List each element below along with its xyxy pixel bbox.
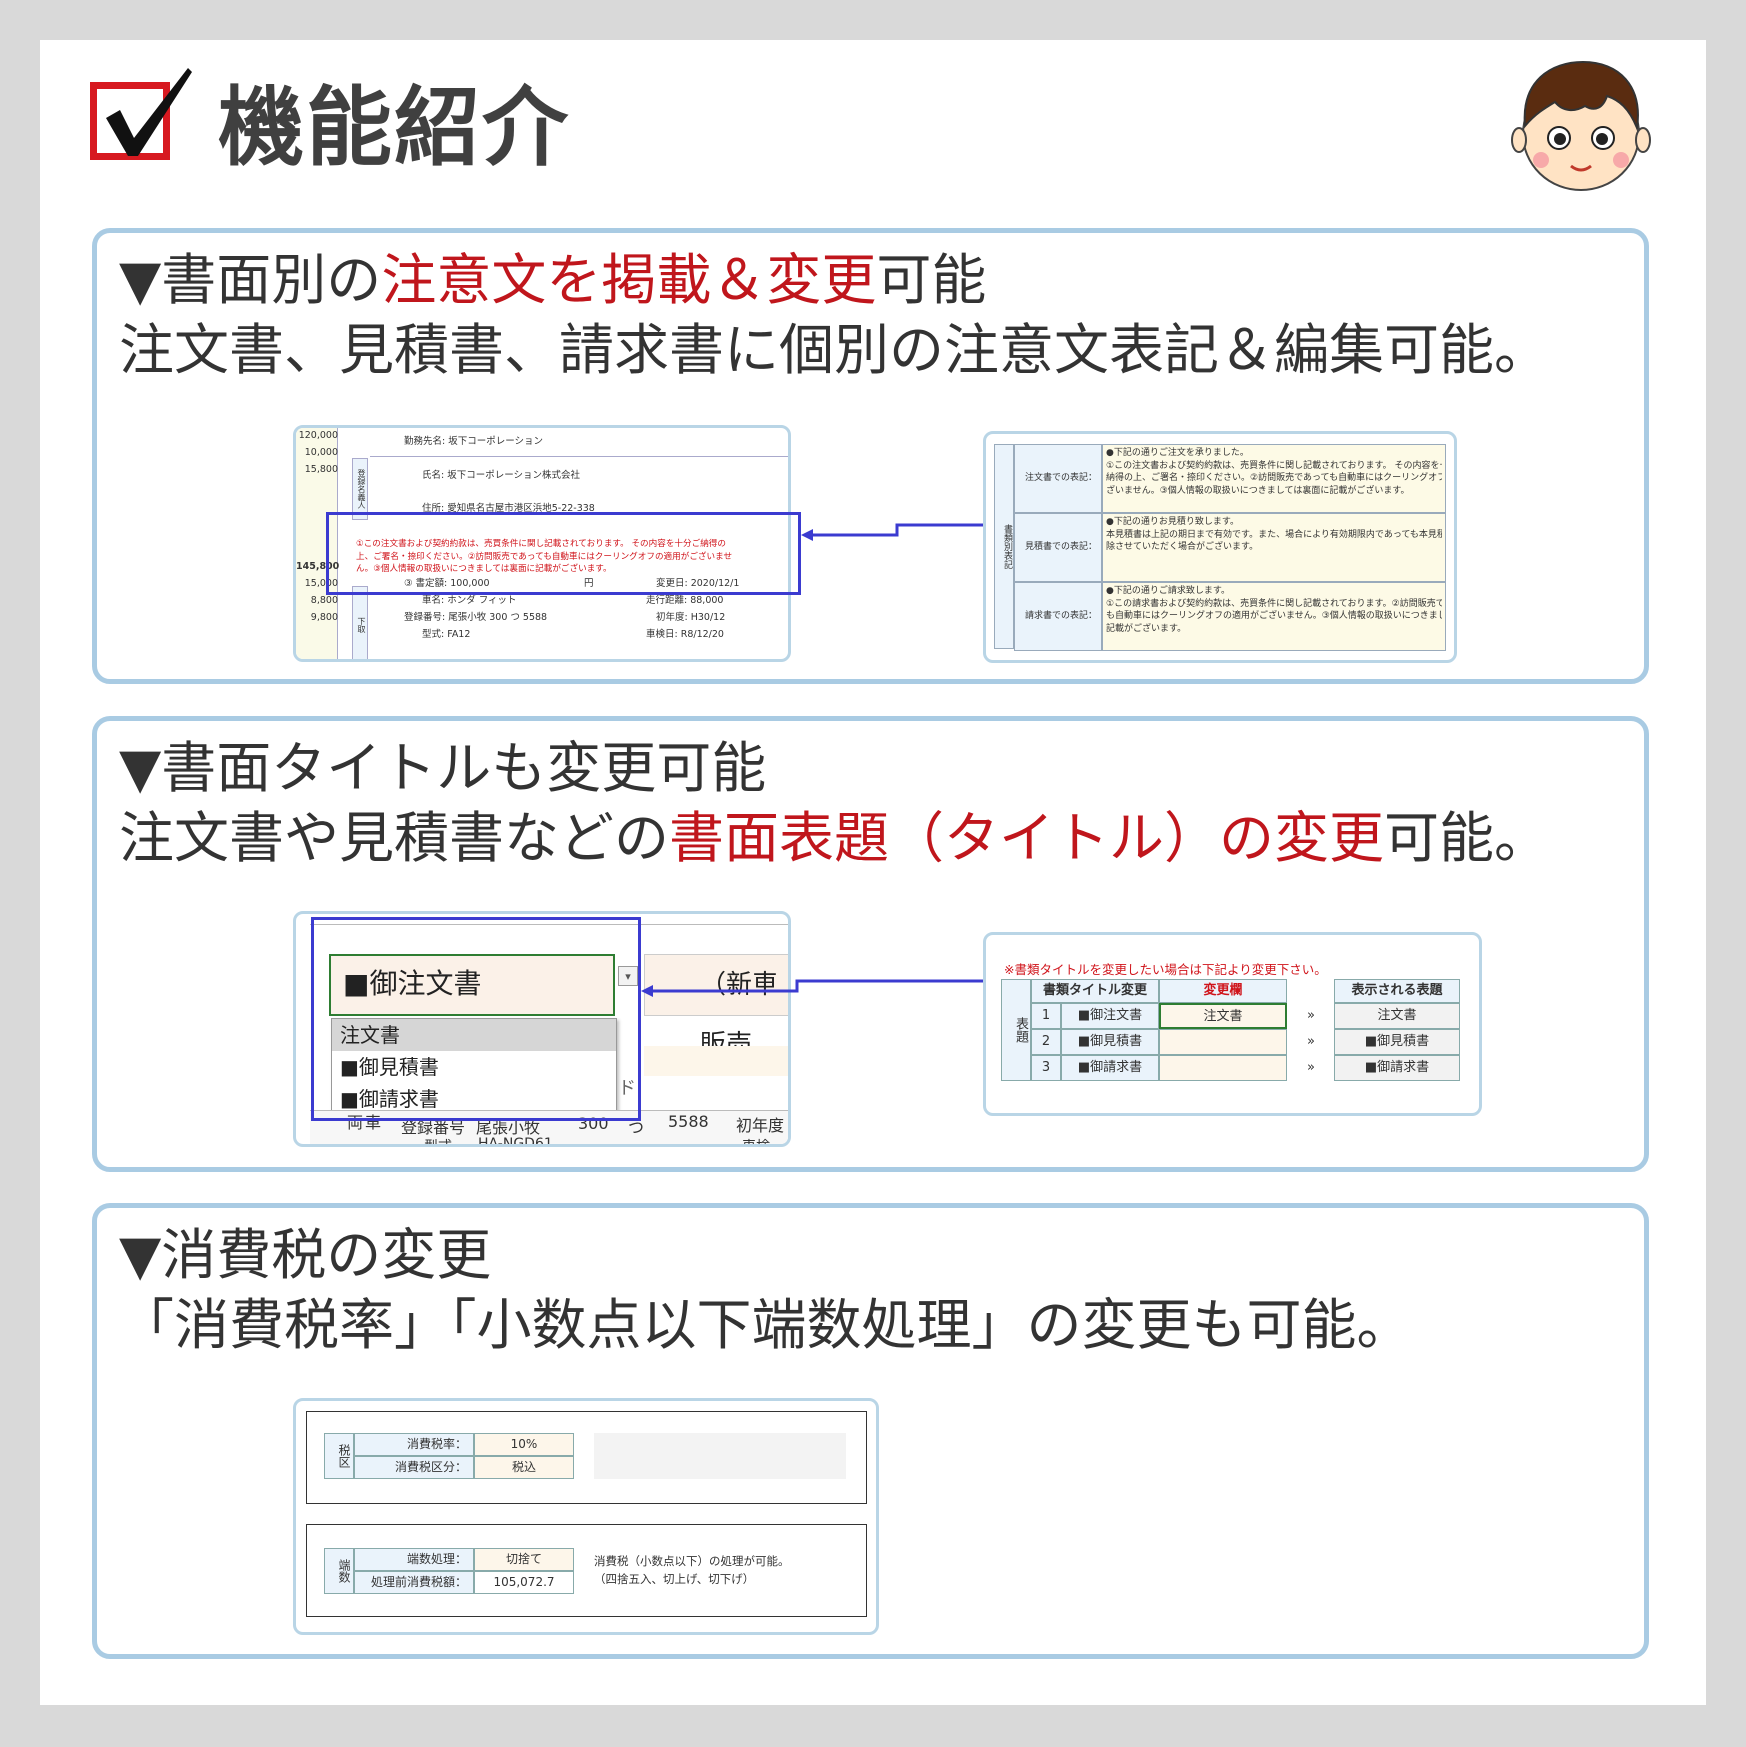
- notice-row-text[interactable]: ●下記の通りご請求致します。 ①この請求書および契約約款は、売買条件に関し記載され…: [1102, 582, 1446, 651]
- empty-area: [594, 1433, 846, 1479]
- tax-side-label: 税区: [324, 1433, 354, 1479]
- title-row-name: ■御注文書: [1061, 1003, 1159, 1029]
- notice-row-text[interactable]: ●下記の通りお見積り致します。本見積書は上記の期日まで有効です。また、場合により…: [1102, 513, 1446, 582]
- section-tax-change: ▼消費税の変更 「消費税率」「小数点以下端数処理」の変更も可能。 税区 消費税率…: [92, 1203, 1649, 1659]
- title-row-number: 3: [1031, 1055, 1061, 1081]
- notice-line: ①この請求書および契約約款は、売買条件に関し記載されております。②訪問販売であっ…: [1106, 598, 1442, 609]
- notice-line: 除させていただく場合がございます。: [1106, 542, 1259, 552]
- arrow-icon: »: [1307, 1008, 1315, 1023]
- arrow-icon: »: [1307, 1034, 1315, 1049]
- tax-rate-value[interactable]: 10%: [474, 1433, 574, 1456]
- round-label: 端数処理：: [354, 1548, 474, 1571]
- title-display: ■御請求書: [1334, 1055, 1460, 1081]
- car-name: 車名: ホンダ フィット: [422, 595, 517, 606]
- reg-plate: 5588: [668, 1112, 709, 1131]
- mileage: 走行距離: 88,000: [646, 595, 724, 606]
- pre-tax-value: 105,072.7: [474, 1571, 574, 1594]
- round-value[interactable]: 切捨て: [474, 1548, 574, 1571]
- round-note-2: （四捨五入、切上げ、切下げ）: [594, 1572, 755, 1586]
- notice-row-label: 注文書での表記：: [1014, 444, 1102, 513]
- notice-line: ざいません。③個人情報の取扱いにつきましては裏面に記載がございます。: [1106, 485, 1410, 496]
- page: 機能紹介 ▼書面別の注意文を掲載＆変更可能 注文書、見積書、請求書に個別の注意文…: [40, 40, 1706, 1705]
- amount-6: 9,800: [310, 612, 338, 623]
- round-side-label: 端数: [324, 1548, 354, 1594]
- side-label-owner: 登録名義人: [352, 458, 368, 520]
- workplace-text: 勤務先名: 坂下コーポレーション: [404, 436, 544, 447]
- section-subtitle: 注文書、見積書、請求書に個別の注意文表記＆編集可能。: [119, 318, 1550, 382]
- title-note: ※書類タイトルを変更したい場合は下記より変更下さい。: [1004, 962, 1327, 977]
- side-label-tradein: 下取: [352, 586, 368, 659]
- amount-3: 15,800: [304, 464, 338, 475]
- dropdown-highlight: [311, 917, 641, 1121]
- name-text: 氏名: 坂下コーポレーション株式会社: [422, 470, 581, 481]
- col-display: 表示される表題: [1334, 979, 1460, 1003]
- model: 型式: FA12: [422, 629, 471, 640]
- section-subtitle: 注文書や見積書などの書面表題（タイトル）の変更可能。: [119, 806, 1550, 870]
- tax-type-value[interactable]: 税込: [474, 1456, 574, 1479]
- title-change-input[interactable]: 注文書: [1159, 1003, 1287, 1029]
- notice-settings-screenshot: 書類別表記 注文書での表記： ●下記の通りご注文を承りました。 ①この注文書および契…: [983, 431, 1457, 663]
- section-notice-text: ▼書面別の注意文を掲載＆変更可能 注文書、見積書、請求書に個別の注意文表記＆編集…: [92, 228, 1649, 684]
- page-title: 機能紹介: [218, 78, 570, 178]
- avatar: [1511, 60, 1651, 191]
- tax-type-label: 消費税区分：: [354, 1456, 474, 1479]
- notice-row-text[interactable]: ●下記の通りご注文を承りました。 ①この注文書および契約約款は、売買条件に関し記載…: [1102, 444, 1446, 513]
- amount-2: 10,000: [304, 447, 338, 458]
- pre-tax-label: 処理前消費税額：: [354, 1571, 474, 1594]
- col-change: 変更欄: [1159, 979, 1287, 1003]
- notice-row-label: 請求書での表記：: [1014, 582, 1102, 651]
- title-display: ■御見積書: [1334, 1029, 1460, 1055]
- tax-rate-label: 消費税率：: [354, 1433, 474, 1456]
- notice-line: ①この注文書および契約約款は、売買条件に関し記載されております。 その内容を十分…: [1106, 460, 1442, 471]
- notice-line: 本見積書は上記の期日まで有効です。また、場合により有効期限内であっても本見積りを…: [1106, 529, 1442, 540]
- title-change-input[interactable]: [1159, 1029, 1287, 1055]
- first-year-label: 初年度: [736, 1116, 785, 1135]
- section-subtitle: 「消費税率」「小数点以下端数処理」の変更も可能。: [119, 1293, 1412, 1357]
- section-title-change: ▼書面タイトルも変更可能 注文書や見積書などの書面表題（タイトル）の変更可能。 …: [92, 716, 1649, 1172]
- amount-5: 8,800: [310, 595, 338, 606]
- side-label-doctype: 書類別表記: [994, 444, 1014, 649]
- model-value: HA-NGD61: [478, 1136, 553, 1147]
- notice-highlight: [326, 512, 801, 595]
- inspection-label: 車検: [742, 1139, 770, 1147]
- arrow-icon: »: [1307, 1060, 1315, 1075]
- side-label-title: 表題: [1001, 979, 1031, 1081]
- col-title: 書類タイトル変更: [1031, 979, 1159, 1003]
- notice-line: 納得の上、ご署名・捺印ください。②訪問販売であっても自動車にはクーリングオフの適…: [1106, 473, 1442, 483]
- section-heading: ▼書面別の注意文を掲載＆変更可能: [119, 248, 987, 312]
- section-heading: ▼書面タイトルも変更可能: [119, 736, 767, 800]
- reg-no: 登録番号: 尾張小牧 300 つ 5588: [404, 612, 548, 623]
- title-change-input[interactable]: [1159, 1055, 1287, 1081]
- inspection: 車検日: R8/12/20: [646, 629, 724, 640]
- checkmark-icon: [106, 68, 192, 156]
- connector-arrow: [641, 979, 1035, 997]
- section-heading: ▼消費税の変更: [119, 1223, 492, 1287]
- notice-line: ●下記の通りご注文を承りました。: [1106, 448, 1249, 458]
- notice-line: 記載がございます。: [1106, 623, 1187, 634]
- title-row-number: 1: [1031, 1003, 1061, 1029]
- title-settings-screenshot: ※書類タイトルを変更したい場合は下記より変更下さい。 表題 書類タイトル変更 変…: [983, 932, 1482, 1116]
- notice-line: も自動車にはクーリングオフの適用がございません。③個人情報の取扱いにつきましては…: [1106, 611, 1442, 621]
- notice-line: ●下記の通りご請求致します。: [1106, 586, 1230, 596]
- notice-line: ●下記の通りお見積り致します。: [1106, 517, 1239, 527]
- model-label: 型式: [424, 1139, 452, 1147]
- amount-1: 120,000: [298, 430, 338, 441]
- notice-row-label: 見積書での表記：: [1014, 513, 1102, 582]
- title-row-number: 2: [1031, 1029, 1061, 1055]
- title-row-name: ■御見積書: [1061, 1029, 1159, 1055]
- first-year: 初年度: H30/12: [656, 612, 726, 623]
- round-note-1: 消費税（小数点以下）の処理が可能。: [594, 1554, 790, 1568]
- tax-settings-screenshot: 税区 消費税率： 10% 消費税区分： 税込 端数 端数処理： 切捨て 処理前消…: [293, 1398, 879, 1635]
- title-row-name: ■御請求書: [1061, 1055, 1159, 1081]
- title-display: 注文書: [1334, 1003, 1460, 1029]
